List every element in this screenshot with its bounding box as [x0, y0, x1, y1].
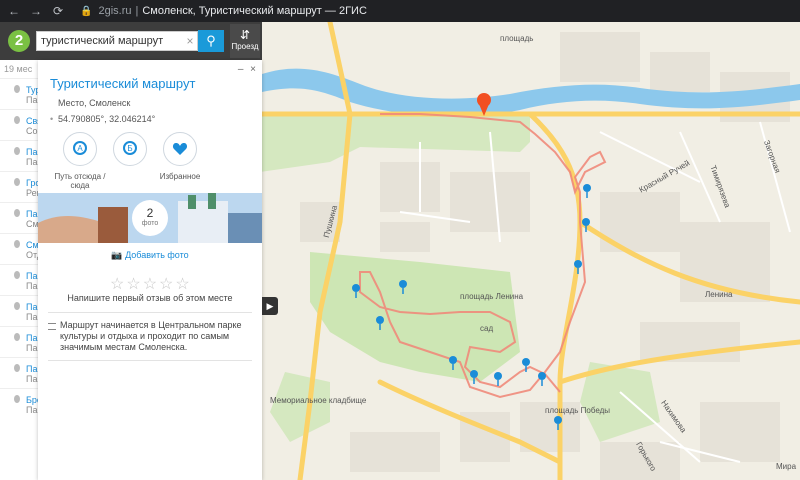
svg-text:Б: Б: [127, 144, 132, 153]
pin-icon: [14, 240, 20, 248]
browser-bar: ← → ⟳ 🔒 2gis.ru | Смоленск, Туристически…: [0, 0, 800, 22]
place-card: – × Туристический маршрут Место, Смоленс…: [38, 60, 262, 480]
photo-count: 2: [146, 206, 154, 220]
map-label-pobedy: площадь Победы: [545, 406, 611, 415]
route-icon: ⇵: [239, 28, 251, 42]
map-label-mira: Мира: [776, 462, 797, 471]
map-label-ploshchad-top: площадь: [500, 34, 534, 43]
list-item[interactable]: ПамПам: [0, 295, 39, 326]
search-box[interactable]: ×: [36, 31, 198, 51]
route-from-label: Путь отсюда / сюда: [54, 172, 106, 190]
url-host[interactable]: 2gis.ru: [98, 5, 131, 17]
list-item[interactable]: ТурПар: [0, 78, 39, 109]
collapse-panel-button[interactable]: ▶: [262, 297, 278, 315]
pin-icon: [14, 364, 20, 372]
list-item[interactable]: ПамПам: [0, 357, 39, 388]
photo-unit: фото: [141, 220, 159, 227]
search-icon: ⚲: [206, 33, 216, 48]
camera-icon: 📷: [111, 250, 123, 260]
place-subtitle: Место, Смоленск: [58, 98, 131, 108]
list-item[interactable]: СмоОтд: [0, 233, 39, 264]
place-description: Маршрут начинается в Центральном парке к…: [60, 320, 242, 352]
heart-icon: [163, 132, 197, 166]
map-label-memorial: Мемориальное кладбище: [270, 396, 367, 405]
card-controls: – ×: [234, 64, 256, 75]
forward-icon[interactable]: →: [28, 4, 44, 18]
star-icon[interactable]: ☆: [175, 276, 191, 293]
review-prompt[interactable]: Напишите первый отзыв об этом месте: [38, 293, 262, 303]
map-label-sad: сад: [480, 324, 494, 333]
clear-icon[interactable]: ×: [183, 34, 197, 48]
map-label-lenina: Ленина: [705, 290, 733, 299]
list-item[interactable]: ГроРем: [0, 171, 39, 202]
place-title: Туристический маршрут: [50, 76, 196, 91]
list-item[interactable]: ПамПам: [0, 264, 39, 295]
pin-icon: [14, 85, 20, 93]
add-photo-label: Добавить фото: [125, 250, 189, 260]
results-list: 19 мес ТурПар СвяСоп ПамПам ГроРем ПамСм…: [0, 60, 40, 480]
pin-icon: [14, 147, 20, 155]
arrow-right-icon: ▶: [266, 301, 274, 311]
place-coordinates: 54.790805°, 32.046214°: [50, 114, 155, 124]
star-icon[interactable]: ☆: [126, 276, 142, 293]
list-item[interactable]: СвяСоп: [0, 109, 39, 140]
minimize-icon[interactable]: –: [238, 64, 244, 75]
route-button-label: Проезд: [231, 42, 259, 51]
pin-icon: [14, 395, 20, 403]
lock-icon: 🔒: [80, 5, 93, 17]
search-button[interactable]: ⚲: [198, 30, 224, 52]
star-icon[interactable]: ☆: [110, 276, 126, 293]
photo-gallery[interactable]: 2 фото: [38, 193, 262, 243]
favorite-label: Избранное: [159, 172, 201, 181]
add-photo-link[interactable]: 📷 Добавить фото: [38, 250, 262, 261]
page-title: Смоленск, Туристический маршрут — 2ГИС: [142, 5, 367, 17]
search-input[interactable]: [37, 35, 183, 47]
list-item[interactable]: ПамСмо: [0, 202, 39, 233]
rating-stars[interactable]: ☆☆☆☆☆: [110, 274, 192, 294]
pin-icon: [14, 116, 20, 124]
reload-icon[interactable]: ⟳: [50, 4, 66, 18]
route-button[interactable]: ⇵ Проезд: [230, 24, 260, 58]
search-bar: 2 × ⚲ ⇵ Проезд: [0, 22, 262, 60]
place-actions: A Путь отсюда / сюда Б Избранное: [50, 132, 250, 190]
pin-icon: [14, 302, 20, 310]
2gis-logo[interactable]: 2: [8, 30, 30, 52]
favorite-button[interactable]: Избранное: [150, 132, 210, 181]
route-to-icon: Б: [113, 132, 147, 166]
description-icon: [48, 323, 56, 330]
pin-icon: [14, 333, 20, 341]
back-icon[interactable]: ←: [6, 4, 22, 18]
star-icon[interactable]: ☆: [159, 276, 175, 293]
pin-icon: [14, 209, 20, 217]
map-label-ploshchad-lenina: площадь Ленина: [460, 292, 524, 301]
list-item[interactable]: ПамПам: [0, 140, 39, 171]
url-separator: |: [135, 5, 139, 17]
list-item[interactable]: БроПам: [0, 388, 39, 419]
route-from-icon: A: [63, 132, 97, 166]
svg-text:A: A: [77, 144, 83, 153]
photo-count-badge: 2 фото: [132, 200, 168, 236]
star-icon[interactable]: ☆: [143, 276, 159, 293]
list-item[interactable]: ПамПам: [0, 326, 39, 357]
results-count: 19 мес: [4, 64, 33, 74]
pin-icon: [14, 271, 20, 279]
close-icon[interactable]: ×: [250, 64, 256, 75]
pin-icon: [14, 178, 20, 186]
divider: [48, 360, 252, 361]
divider: [48, 312, 252, 313]
